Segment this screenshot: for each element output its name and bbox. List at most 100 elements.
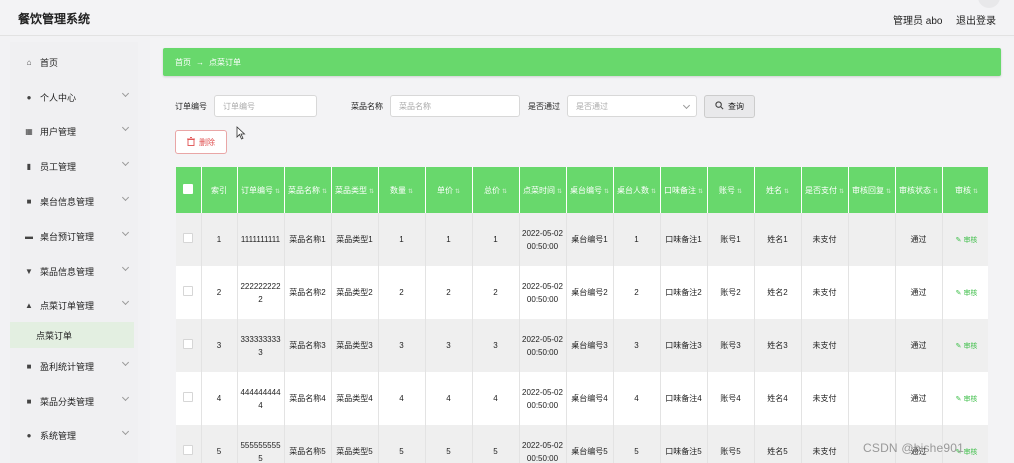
column-header[interactable]: 桌台人数 ⇅ [613, 167, 661, 213]
orders-table: 索引 订单编号 ⇅ 菜品名称 ⇅ 菜品类型 ⇅ 数量 ⇅ 单价 ⇅ 总价 ⇅ 点菜时间 ⇅ 桌台编号 ⇅ 桌台人数… [176, 167, 988, 463]
column-header-label: 是否支付 [804, 185, 837, 195]
table-cell [848, 319, 896, 372]
table-cell: 4 [425, 372, 473, 425]
column-header-label: 口味备注 [663, 185, 696, 195]
table-cell: 菜品名称5 [284, 425, 332, 463]
sidebar-item-10[interactable]: ■ 菜品分类管理 [10, 386, 138, 416]
sort-icon: ⇅ [885, 188, 892, 195]
audit-link[interactable]: ✎ 审核 [956, 290, 978, 297]
row-checkbox[interactable] [176, 319, 202, 372]
person-icon: ● [26, 430, 32, 440]
sidebar-item-label: 桌台预订管理 [40, 231, 95, 242]
dish-name-input[interactable]: 菜品名称 [390, 95, 520, 117]
column-header-label: 点菜时间 [522, 185, 555, 195]
table-cell: 通过 [895, 213, 943, 266]
column-header[interactable]: 姓名 ⇅ [754, 167, 802, 213]
logout-link[interactable]: 退出登录 [956, 12, 996, 27]
column-header[interactable]: 审核回复 ⇅ [848, 167, 896, 213]
breadcrumb: 首页 → 点菜订单 [163, 48, 1001, 76]
delete-button[interactable]: 删除 [175, 130, 227, 154]
sidebar-subitem-orders[interactable]: 点菜订单 [10, 322, 134, 348]
audit-link-label: 审核 [963, 448, 978, 456]
table-cell: 姓名3 [754, 319, 802, 372]
sidebar-item-5[interactable]: ■ 桌台信息管理 [10, 186, 138, 216]
sidebar-item-4[interactable]: ▮ 员工管理 [10, 151, 138, 181]
audit-link-label: 审核 [963, 342, 978, 350]
table-cell: 姓名5 [754, 425, 802, 463]
row-checkbox[interactable] [176, 213, 202, 266]
column-header[interactable]: 账号 ⇅ [707, 167, 755, 213]
table-cell: 菜品名称1 [284, 213, 332, 266]
table-cell: 2 [472, 266, 520, 319]
table-cell: 1 [378, 213, 426, 266]
sidebar-item-9[interactable]: ■ 盈利统计管理 [10, 351, 138, 381]
table-cell: 3 [201, 319, 238, 372]
table-cell: ✎ 审核 [942, 372, 988, 425]
column-header[interactable]: 桌台编号 ⇅ [566, 167, 614, 213]
column-header[interactable]: 点菜时间 ⇅ [519, 167, 567, 213]
table-cell: 2222222222 [237, 266, 285, 319]
table-cell: 3 [378, 319, 426, 372]
table-cell: 4 [378, 372, 426, 425]
chevron-down-icon [121, 297, 130, 306]
table-cell: 账号3 [707, 319, 755, 372]
table-cell: ✎ 审核 [942, 319, 988, 372]
sort-icon: ⇅ [321, 188, 328, 195]
column-header[interactable]: 审核 ⇅ [942, 167, 988, 213]
audit-link-label: 审核 [963, 289, 978, 297]
sidebar-item-label: 首页 [40, 57, 59, 68]
column-header[interactable]: 订单编号 ⇅ [237, 167, 285, 213]
audit-link[interactable]: ✎ 审核 [956, 343, 978, 350]
column-header[interactable]: 单价 ⇅ [425, 167, 473, 213]
table-cell [848, 372, 896, 425]
table-cell: 菜品名称4 [284, 372, 332, 425]
grid-icon: ■ [26, 196, 32, 206]
chevron-down-icon [121, 358, 130, 367]
sidebar-item-8[interactable]: ▲ 点菜订单管理 [10, 290, 138, 320]
table-cell: ✎ 审核 [942, 213, 988, 266]
sidebar-item-2[interactable]: ● 个人中心 [10, 82, 138, 112]
column-header[interactable]: 菜品名称 ⇅ [284, 167, 332, 213]
sidebar-item-6[interactable]: ▬ 桌台预订管理 [10, 221, 138, 251]
table-cell: 2022-05-02 00:50:00 [519, 213, 567, 266]
sort-icon: ⇅ [697, 188, 704, 195]
column-header[interactable]: 菜品类型 ⇅ [331, 167, 379, 213]
delete-button-label: 删除 [199, 137, 215, 147]
monitor-icon: ▬ [25, 231, 33, 241]
table-cell: 通过 [895, 266, 943, 319]
column-header[interactable]: 口味备注 ⇅ [660, 167, 708, 213]
sort-icon: ⇅ [972, 188, 979, 195]
sidebar-item-1[interactable]: ⌂ 首页 [10, 47, 138, 77]
column-header[interactable]: 审核状态 ⇅ [895, 167, 943, 213]
sidebar-item-7[interactable]: ▼ 菜品信息管理 [10, 256, 138, 286]
column-header[interactable]: 数量 ⇅ [378, 167, 426, 213]
table-cell: 桌台编号3 [566, 319, 614, 372]
column-header[interactable]: 总价 ⇅ [472, 167, 520, 213]
search-icon [715, 101, 724, 112]
table-cell: 姓名1 [754, 213, 802, 266]
order-no-input[interactable]: 订单编号 [214, 95, 317, 117]
grid-icon: ■ [26, 361, 32, 371]
table-cell: ✎ 审核 [942, 266, 988, 319]
row-checkbox[interactable] [176, 372, 202, 425]
sidebar-item-label: 用户管理 [40, 126, 77, 137]
search-button[interactable]: 查询 [704, 95, 755, 118]
table-row: 2 2222222222 菜品名称2 菜品类型2 2 2 2 2022-05-02 00:50… [176, 266, 988, 319]
column-header[interactable]: 索引 [201, 167, 238, 213]
table-cell: 4 [613, 372, 661, 425]
audit-link[interactable]: ✎ 审核 [956, 237, 978, 244]
sidebar-item-11[interactable]: ● 系统管理 [10, 420, 138, 450]
chevron-down-icon [121, 427, 130, 436]
chevron-down-icon [121, 263, 130, 272]
select-all-checkbox[interactable] [176, 167, 202, 213]
row-checkbox[interactable] [176, 266, 202, 319]
breadcrumb-home[interactable]: 首页 [175, 57, 191, 68]
sidebar-item-3[interactable]: ▦ 用户管理 [10, 116, 138, 146]
column-header-label: 总价 [483, 185, 500, 195]
audit-link[interactable]: ✎ 审核 [956, 396, 978, 403]
approved-select[interactable]: 是否通过 [567, 95, 697, 117]
approved-label: 是否通过 [528, 102, 560, 111]
column-header[interactable]: 是否支付 ⇅ [801, 167, 849, 213]
edit-icon: ✎ [955, 395, 962, 403]
row-checkbox[interactable] [176, 425, 202, 463]
